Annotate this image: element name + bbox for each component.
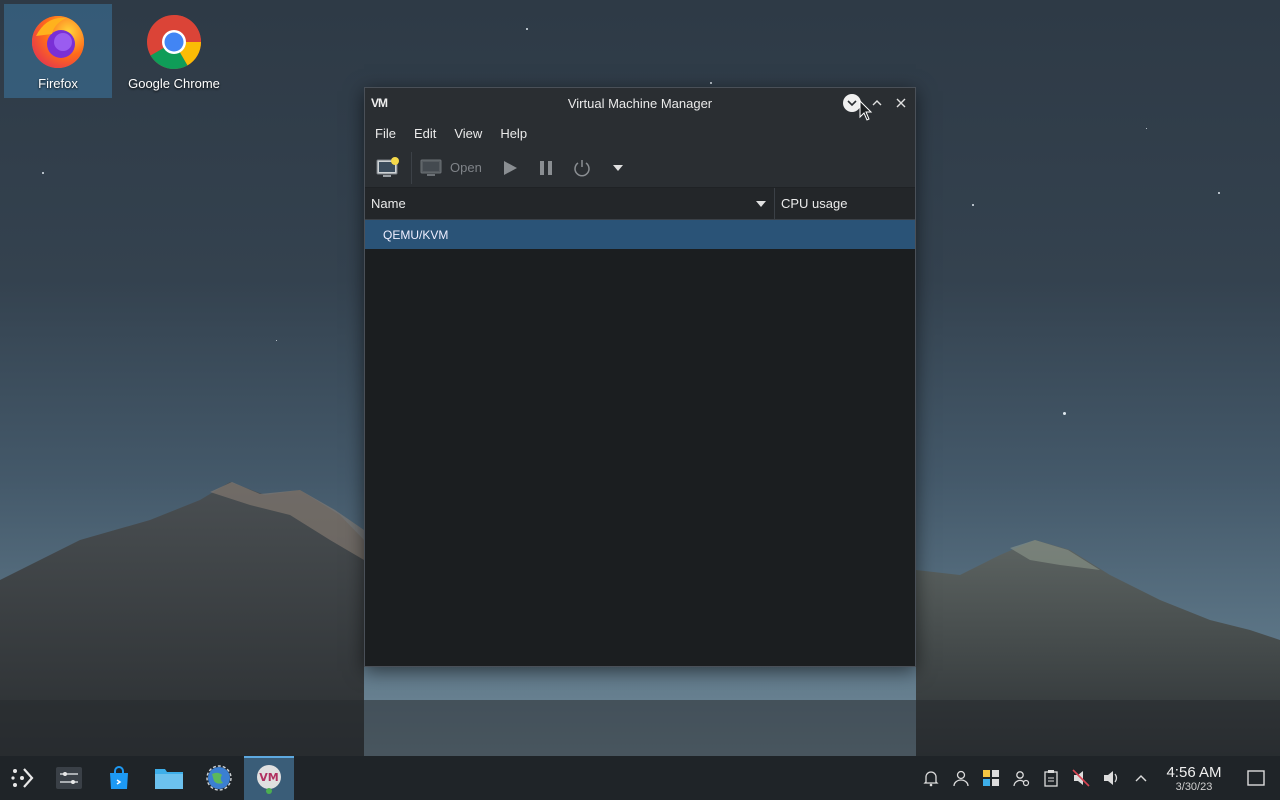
table-row[interactable]: QEMU/KVM xyxy=(365,220,915,249)
column-name-label: Name xyxy=(371,196,406,211)
clock[interactable]: 4:56 AM 3/30/23 xyxy=(1156,756,1232,800)
play-icon xyxy=(504,160,517,175)
new-vm-button[interactable] xyxy=(373,154,403,182)
menu-edit[interactable]: Edit xyxy=(408,126,442,141)
vm-list-header: Name CPU usage xyxy=(365,188,915,220)
shutdown-menu-button[interactable] xyxy=(600,154,636,182)
microphone-muted-button[interactable] xyxy=(1066,756,1096,800)
sort-caret-down-icon xyxy=(756,200,766,207)
app-grid-button[interactable] xyxy=(976,756,1006,800)
menu-view[interactable]: View xyxy=(448,126,488,141)
notifications-button[interactable] xyxy=(916,756,946,800)
virt-manager-window: VM Virtual Machine Manager File Edit Vie… xyxy=(364,87,916,667)
column-cpu-label: CPU usage xyxy=(781,196,848,211)
shopping-bag-icon xyxy=(110,766,128,789)
steamdeck-launcher-icon xyxy=(11,768,34,788)
column-header-name[interactable]: Name xyxy=(365,188,775,219)
show-desktop-button[interactable] xyxy=(1232,756,1280,800)
desktop-icon-chrome[interactable]: Google Chrome xyxy=(120,4,228,98)
open-label: Open xyxy=(450,160,482,175)
menu-file[interactable]: File xyxy=(369,126,402,141)
monitor-icon xyxy=(420,159,442,176)
toolbar-separator xyxy=(411,151,412,184)
menu-help[interactable]: Help xyxy=(494,126,533,141)
taskbar-browser[interactable] xyxy=(194,756,244,800)
pause-icon xyxy=(540,160,552,175)
svg-text:VM: VM xyxy=(259,771,278,784)
firefox-icon xyxy=(28,10,88,70)
folder-icon xyxy=(155,769,183,789)
chevron-up-icon xyxy=(1135,775,1147,782)
tray-expand-button[interactable] xyxy=(1126,756,1156,800)
taskbar-settings-app[interactable] xyxy=(44,756,94,800)
desktop-icon xyxy=(1247,770,1265,786)
toolbar: Open xyxy=(365,148,915,188)
window-titlebar[interactable]: VM Virtual Machine Manager xyxy=(365,88,915,118)
desktop-icon-label: Google Chrome xyxy=(128,76,220,91)
taskbar-discover-app[interactable] xyxy=(94,756,144,800)
window-title: Virtual Machine Manager xyxy=(567,95,713,111)
close-icon xyxy=(896,98,906,108)
user-button[interactable] xyxy=(946,756,976,800)
bell-icon xyxy=(923,771,939,787)
clock-time: 4:56 AM xyxy=(1166,763,1222,781)
new-vm-icon xyxy=(376,156,399,177)
user-icon xyxy=(953,770,969,787)
system-settings-icon xyxy=(56,767,82,789)
menubar: File Edit View Help xyxy=(365,118,915,148)
speaker-muted-icon xyxy=(1072,769,1090,787)
pause-button[interactable] xyxy=(528,154,564,182)
taskbar: VM 4:56 AM 3/30/23 xyxy=(0,756,1280,800)
globe-gear-icon xyxy=(206,765,232,791)
application-launcher-button[interactable] xyxy=(0,756,44,800)
grid-icon xyxy=(983,770,999,786)
shutdown-button[interactable] xyxy=(564,154,600,182)
mouse-cursor-icon xyxy=(859,100,873,121)
desktop-icon-firefox[interactable]: Firefox xyxy=(4,4,112,98)
virt-manager-app-icon: VM xyxy=(371,96,388,110)
column-header-cpu[interactable]: CPU usage xyxy=(775,196,915,211)
chevron-down-icon xyxy=(847,100,857,107)
accounts-button[interactable] xyxy=(1006,756,1036,800)
system-tray: 4:56 AM 3/30/23 xyxy=(916,756,1280,800)
run-button[interactable] xyxy=(492,154,528,182)
chevron-up-icon xyxy=(872,100,882,106)
volume-button[interactable] xyxy=(1096,756,1126,800)
connection-name: QEMU/KVM xyxy=(383,227,449,242)
desktop-icon-label: Firefox xyxy=(38,76,78,91)
caret-down-icon xyxy=(613,164,623,171)
power-icon xyxy=(574,159,590,176)
user-settings-icon xyxy=(1013,771,1030,787)
open-button[interactable]: Open xyxy=(420,154,492,182)
virt-manager-icon: VM xyxy=(257,765,281,794)
taskbar-file-manager[interactable] xyxy=(144,756,194,800)
clipboard-icon xyxy=(1044,770,1058,787)
clipboard-button[interactable] xyxy=(1036,756,1066,800)
taskbar-virt-manager[interactable]: VM xyxy=(244,756,294,800)
chrome-icon xyxy=(144,10,204,70)
close-button[interactable] xyxy=(892,94,910,112)
clock-date: 3/30/23 xyxy=(1175,780,1213,793)
speaker-icon xyxy=(1104,771,1118,785)
